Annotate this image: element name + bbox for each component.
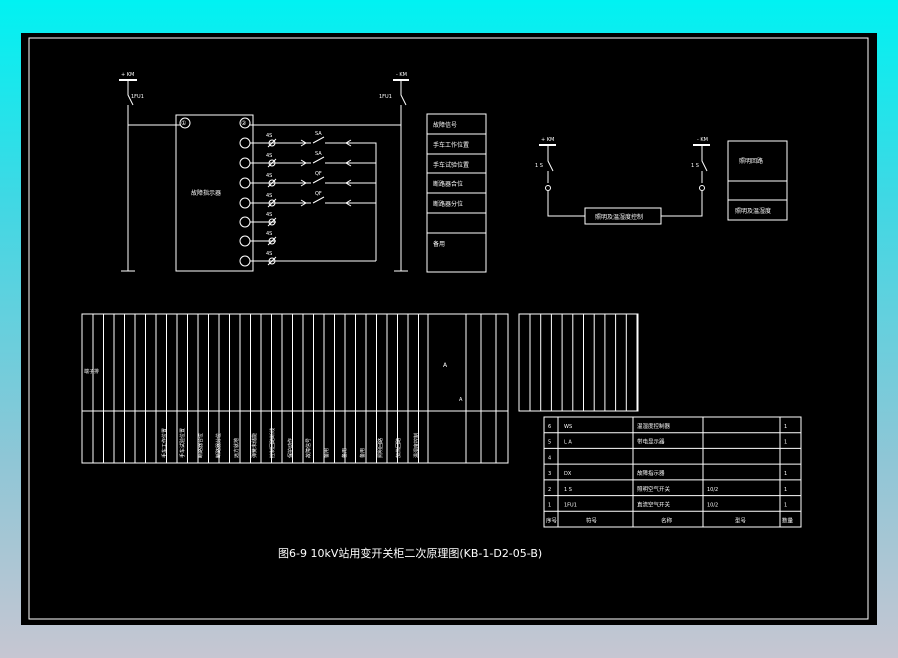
strip-mid-label: A xyxy=(443,362,448,369)
parts-header-code: 符号 xyxy=(586,516,598,524)
strip-row-label: 温湿度控制 xyxy=(413,433,420,458)
parts-row-qty: 1 xyxy=(784,471,787,477)
left-circuit: + KM - KM 1FU1 1FU1 故障指示器 ① ② 4S4S4S4S4S… xyxy=(119,72,487,273)
lighting-control-label: 照明及温湿度控制 xyxy=(595,213,643,221)
parts-row-name: 带电显示器 xyxy=(637,438,665,446)
parts-header-spec: 型号 xyxy=(735,516,747,524)
parts-row-no: 4 xyxy=(548,455,551,461)
right-bus-positive: + KM xyxy=(541,137,554,143)
parts-row-name: 温湿度控制器 xyxy=(637,422,671,430)
contact-label: QF xyxy=(315,191,322,197)
schematic-drawing: + KM - KM 1FU1 1FU1 故障指示器 ① ② 4S4S4S4S4S… xyxy=(28,37,869,620)
parts-table: 6 WS 温湿度控制器 1 5 L A 带电显示器 1 4 3 DX 故障指示器 1 2 1 S 照明空气开关… xyxy=(543,416,802,528)
strip-row-label: 加热回路 xyxy=(395,438,402,458)
strip-row-label: 远方就地 xyxy=(233,438,240,458)
terminal-label: 4S xyxy=(266,251,272,257)
terminal-label: 4S xyxy=(266,133,272,139)
parts-header-no: 序号 xyxy=(546,516,558,524)
strip-row-label: 手车试验位置 xyxy=(179,428,186,458)
terminal-label: 4S xyxy=(266,153,272,159)
strip-second-label: A xyxy=(459,397,463,403)
terminal-label: 4S xyxy=(266,231,272,237)
parts-row-code: WS xyxy=(564,424,572,430)
right-bus-negative: - KM xyxy=(697,137,708,143)
strip-row-label: 备用 xyxy=(359,448,366,458)
signal-box-row: 手车试验位置 xyxy=(433,161,469,169)
strip-row-label: 备用 xyxy=(323,448,330,458)
parts-row-qty: 1 xyxy=(784,440,787,446)
parts-row-name: 照明空气开关 xyxy=(637,485,671,493)
switch-left-label: 1 S xyxy=(535,163,543,169)
fuse-left-label: 1FU1 xyxy=(131,94,144,100)
strip-row-label: 保护动作 xyxy=(287,438,294,458)
strip-row-label: 断路器合位 xyxy=(197,433,204,458)
parts-row-no: 3 xyxy=(548,471,551,477)
right-circuit: + KM - KM 1 S 1 S 照明及温湿度控制 照明回路 照明及温湿度 xyxy=(535,137,788,225)
parts-row-spec: 10/2 xyxy=(707,503,718,509)
signal-box-row: 故障信号 xyxy=(433,121,457,129)
terminal-label: 4S xyxy=(266,212,272,218)
drawing-title: 图6-9 10kV站用变开关柜二次原理图(KB-1-D2-05-B) xyxy=(278,546,542,560)
parts-row-qty: 1 xyxy=(784,424,787,430)
contact-label: SA xyxy=(315,151,322,157)
fuse-right-label: 1FU1 xyxy=(379,94,392,100)
bus-negative-label: - KM xyxy=(396,72,407,78)
parts-row-qty: 1 xyxy=(784,487,787,493)
parts-row-no: 6 xyxy=(548,424,551,430)
terminal-rows: 4S 4S 4S 4S 4S 4S 4S SA SA QF QF xyxy=(239,131,361,267)
terminal-label: 4S xyxy=(266,173,272,179)
contact-label: QF xyxy=(315,171,322,177)
parts-header-name: 名称 xyxy=(661,516,673,524)
strip-row-label: 照明回路 xyxy=(377,438,384,458)
parts-row-qty: 1 xyxy=(784,503,787,509)
parts-row-code: 1 S xyxy=(564,487,572,493)
signal-box-row: 手车工作位置 xyxy=(433,141,469,149)
strip-row-label: 故障信号 xyxy=(305,438,312,458)
contact-label: SA xyxy=(315,131,322,137)
parts-row-spec: 10/2 xyxy=(707,487,718,493)
side-box-row-3: 照明及温湿度 xyxy=(735,207,771,215)
switch-right-label: 1 S xyxy=(691,163,699,169)
parts-row-no: 2 xyxy=(548,487,551,493)
parts-row-no: 5 xyxy=(548,440,551,446)
terminal-label: 4S xyxy=(266,193,272,199)
parts-row-code: 1FU1 xyxy=(564,503,577,509)
signal-box-row: 断路器合位 xyxy=(433,180,463,188)
drawing-sheet: + KM - KM 1FU1 1FU1 故障指示器 ① ② 4S 4S 4S 4S 4S… xyxy=(21,33,877,625)
parts-header-qty: 数量 xyxy=(782,516,794,524)
strip-row-label: 备用 xyxy=(341,448,348,458)
parts-row-code: DX xyxy=(564,471,572,477)
port-top-right: ② xyxy=(241,120,247,127)
strip-row-label: 控制回路断线 xyxy=(269,428,276,458)
fault-indicator-label: 故障指示器 xyxy=(191,189,221,197)
port-top-left: ① xyxy=(181,120,186,127)
parts-row-no: 1 xyxy=(548,503,551,509)
side-box-row-1: 照明回路 xyxy=(739,157,763,165)
strip-row-label: 手车工作位置 xyxy=(161,428,168,458)
bus-positive-label: + KM xyxy=(121,72,134,78)
strip-row-label: 弹簧未储能 xyxy=(251,433,258,458)
parts-row-name: 故障指示器 xyxy=(637,469,665,477)
parts-row-code: L A xyxy=(564,440,572,446)
terminal-strip-secondary xyxy=(518,313,639,412)
terminal-strip-main: 端子排手车工作位置 手车试验位置 断路器合位 断路器分位 远方就地 弹簧未储能 控制回路断线… xyxy=(81,313,509,464)
strip-header-label: 端子排 xyxy=(84,368,99,375)
signal-box-row: 断路器分位 xyxy=(433,200,463,208)
parts-row-name: 直流空气开关 xyxy=(637,501,671,509)
strip-row-label: 断路器分位 xyxy=(215,433,222,458)
signal-box-row: 备用 xyxy=(433,240,445,248)
